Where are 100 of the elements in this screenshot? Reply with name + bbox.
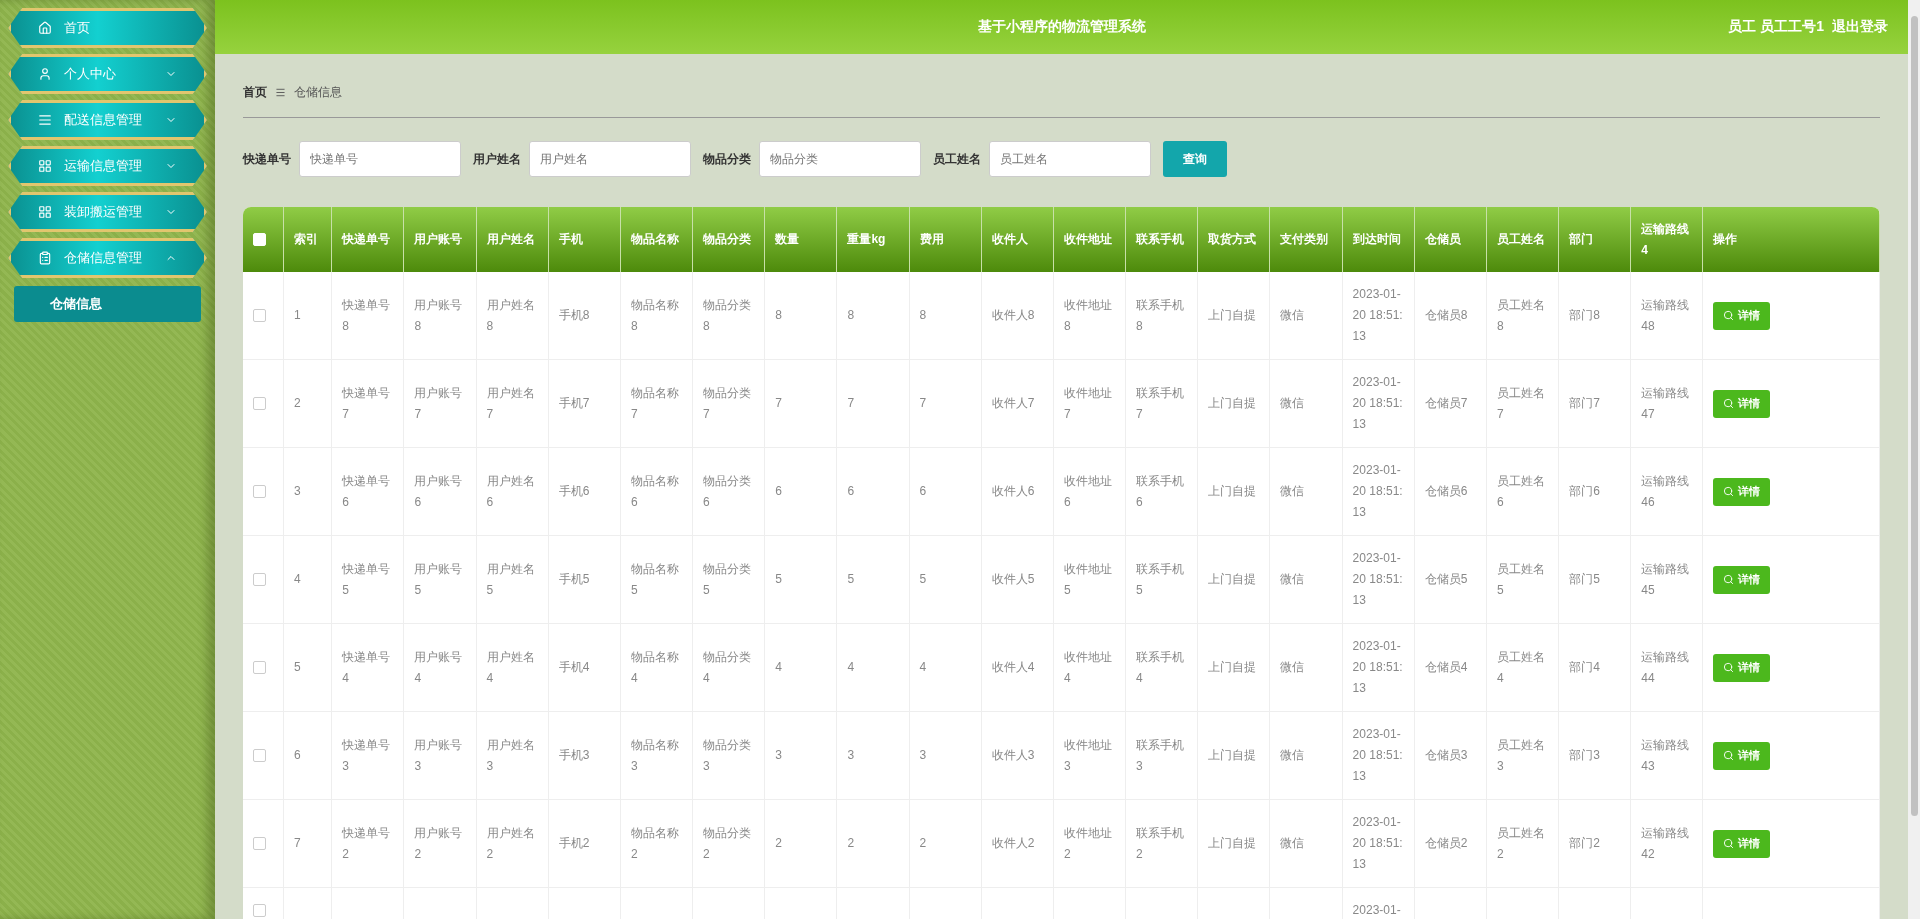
table-cell: 用户姓名4 xyxy=(486,649,535,685)
details-button[interactable]: 详情 xyxy=(1713,653,1771,682)
table-cell: 收件地址7 xyxy=(1063,385,1112,421)
sidebar-item[interactable]: 个人中心 xyxy=(8,54,207,94)
row-checkbox[interactable] xyxy=(253,837,266,851)
table-cell: 物品分类3 xyxy=(703,737,752,773)
table-cell: 7 xyxy=(775,396,782,410)
table-cell: 手机6 xyxy=(558,484,590,498)
row-checkbox[interactable] xyxy=(253,573,266,587)
scrollbar[interactable] xyxy=(1908,0,1920,919)
column-header: 运输路线4 xyxy=(1631,207,1704,272)
table-cell: 员工姓名4 xyxy=(1496,649,1545,685)
table-cell: 收件地址3 xyxy=(1063,737,1112,773)
table-cell: 5 xyxy=(847,572,855,586)
table-cell: 手机3 xyxy=(558,748,590,762)
table-cell: 4 xyxy=(775,660,782,674)
search-field[interactable]: 快递单号 xyxy=(299,141,461,177)
table-cell: 7 xyxy=(847,396,855,410)
row-checkbox[interactable] xyxy=(253,397,266,411)
table-cell: 运输路线43 xyxy=(1641,737,1690,773)
list-icon xyxy=(38,113,52,127)
table-cell: 用户账号2 xyxy=(414,825,463,861)
row-checkbox[interactable] xyxy=(253,904,266,918)
table-cell: 部门4 xyxy=(1569,660,1600,674)
table-cell: 手机7 xyxy=(558,396,590,410)
search-icon xyxy=(1723,574,1735,585)
table-cell: 物品分类6 xyxy=(703,473,752,509)
sidebar-item[interactable]: 首页 xyxy=(8,8,207,48)
table-cell: 物品名称7 xyxy=(630,385,679,421)
table-cell: 物品名称6 xyxy=(630,473,679,509)
search-field[interactable]: 员工姓名 xyxy=(989,141,1151,177)
column-header: 支付类别 xyxy=(1270,207,1343,272)
table-cell: 收件地址5 xyxy=(1063,561,1112,597)
table-cell: 2023-01-20 18:51:13 xyxy=(1352,639,1403,695)
submenu-item[interactable]: 仓储信息 xyxy=(14,286,201,322)
sidebar-item[interactable]: 装卸搬运管理 xyxy=(8,192,207,232)
table-cell: 联系手机8 xyxy=(1136,297,1185,333)
table-cell: 3 xyxy=(294,484,301,498)
search-field[interactable]: 物品分类 xyxy=(759,141,921,177)
table-cell: 部门7 xyxy=(1569,396,1600,410)
table-cell: 用户姓名3 xyxy=(486,737,535,773)
column-header: 重量kg xyxy=(837,207,910,272)
details-button[interactable]: 详情 xyxy=(1713,477,1771,506)
table-cell: 快递单号8 xyxy=(342,297,391,333)
table-cell: 2023-01-20 18:51:13 xyxy=(1352,551,1403,607)
separator-icon xyxy=(275,87,286,98)
search-field[interactable]: 用户姓名 xyxy=(529,141,691,177)
row-checkbox[interactable] xyxy=(253,309,266,323)
column-header: 用户账号 xyxy=(404,207,477,272)
logout-link[interactable]: 退出登录 xyxy=(1832,18,1888,36)
table-cell: 用户账号8 xyxy=(414,297,463,333)
table-cell: 2023-01-20 18:51:13 xyxy=(1352,463,1403,519)
row-checkbox[interactable] xyxy=(253,749,266,763)
table-cell: 2023-01-20 18:51:13 xyxy=(1352,815,1403,871)
search-icon xyxy=(1723,838,1735,849)
table-cell: 微信 xyxy=(1280,308,1305,322)
table-cell: 物品名称2 xyxy=(630,825,679,861)
table-cell: 快递单号7 xyxy=(342,385,391,421)
table-cell: 手机8 xyxy=(558,308,590,322)
table-cell: 收件人5 xyxy=(991,572,1035,586)
table-cell: 微信 xyxy=(1280,572,1305,586)
table-cell: 4 xyxy=(294,572,301,586)
row-checkbox[interactable] xyxy=(253,485,266,499)
table-cell: 微信 xyxy=(1280,748,1305,762)
app-title: 基于小程序的物流管理系统 xyxy=(976,18,1147,36)
table-cell: 运输路线44 xyxy=(1641,649,1690,685)
row-checkbox[interactable] xyxy=(253,661,266,675)
table-cell: 用户账号4 xyxy=(414,649,463,685)
table-cell: 仓储员2 xyxy=(1424,836,1468,850)
column-header: 物品名称 xyxy=(620,207,694,272)
select-all-checkbox[interactable] xyxy=(253,233,266,247)
table-cell: 部门3 xyxy=(1569,748,1600,762)
table-cell: 6 xyxy=(775,484,782,498)
table-cell: 2 xyxy=(847,836,855,850)
details-button[interactable]: 详情 xyxy=(1713,829,1771,858)
sidebar-item[interactable]: 仓储信息管理 xyxy=(8,238,207,278)
details-button[interactable]: 详情 xyxy=(1713,565,1771,594)
sidebar-item[interactable]: 配送信息管理 xyxy=(8,100,207,140)
details-button[interactable]: 详情 xyxy=(1713,741,1771,770)
breadcrumb-item: 仓储信息 xyxy=(294,84,342,101)
table-cell: 联系手机2 xyxy=(1136,825,1185,861)
table-cell: 6 xyxy=(294,748,301,762)
table-cell: 2023-01-20 18:51:13 xyxy=(1352,375,1403,431)
table-cell: 微信 xyxy=(1280,484,1305,498)
sidebar-item[interactable]: 运输信息管理 xyxy=(8,146,207,186)
table-cell: 联系手机5 xyxy=(1136,561,1185,597)
table-cell: 7 xyxy=(919,396,927,410)
field-label: 快递单号 xyxy=(243,150,291,168)
breadcrumb-item[interactable]: 首页 xyxy=(243,84,267,101)
column-header: 索引 xyxy=(284,207,333,272)
home-icon xyxy=(38,21,52,35)
table-cell: 员工姓名7 xyxy=(1496,385,1545,421)
column-header: 操作 xyxy=(1703,207,1880,272)
table-cell: 物品分类8 xyxy=(703,297,752,333)
details-button[interactable]: 详情 xyxy=(1713,301,1771,330)
details-button[interactable]: 详情 xyxy=(1713,389,1771,418)
search-button[interactable]: 查询 xyxy=(1163,141,1227,177)
table-cell: 2023-01- xyxy=(1352,903,1401,917)
table-cell: 联系手机3 xyxy=(1136,737,1185,773)
field-label: 员工姓名 xyxy=(933,150,981,168)
